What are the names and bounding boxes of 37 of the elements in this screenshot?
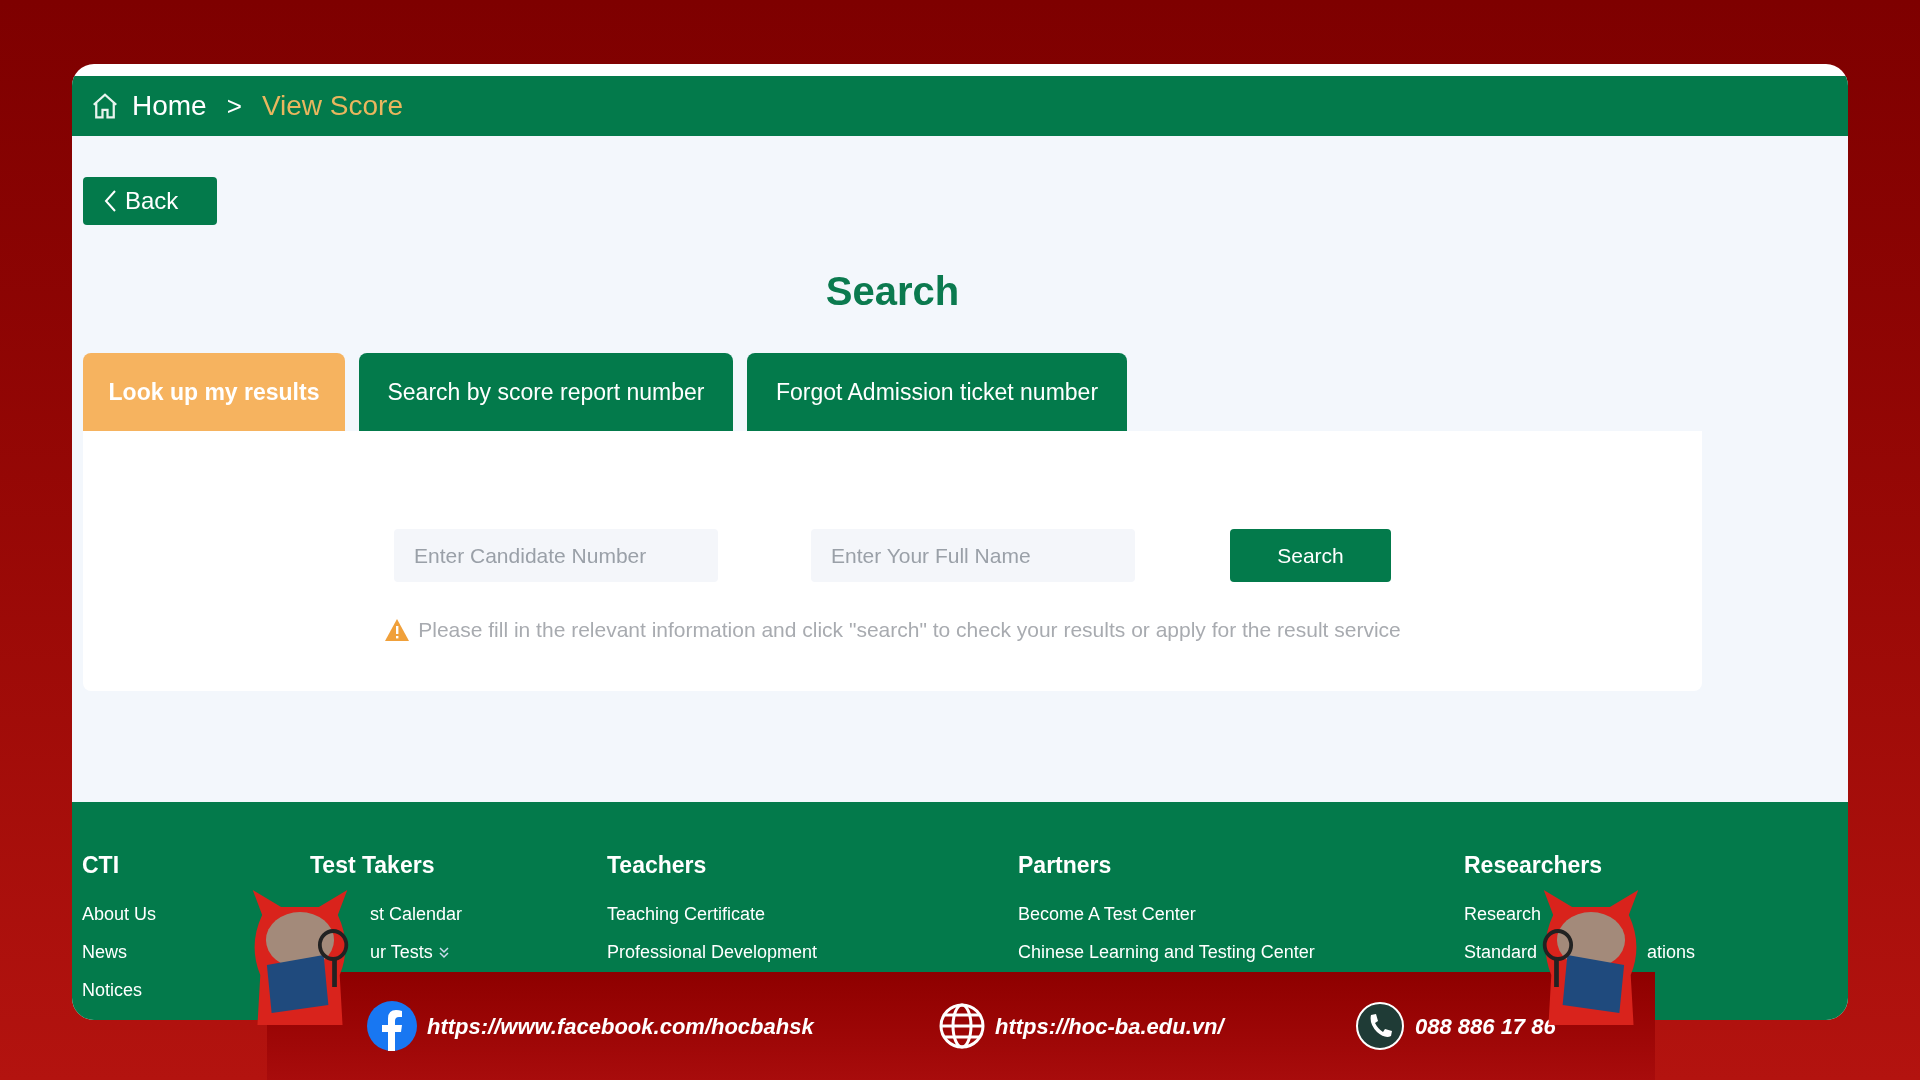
tab[interactable]: Search by score report number: [359, 353, 733, 431]
breadcrumb-separator: >: [226, 89, 242, 123]
double-chevron-down-icon[interactable]: [437, 945, 450, 960]
footer-link[interactable]: Teaching Certificate: [607, 901, 766, 928]
footer-heading: Partners: [1018, 851, 1113, 880]
footer-link[interactable]: st Calendar: [370, 901, 463, 928]
tab[interactable]: Forgot Admission ticket number: [747, 353, 1127, 431]
footer-heading: Test Takers: [310, 851, 436, 880]
text-field[interactable]: Enter Your Full Name: [811, 529, 1135, 582]
facebook-icon[interactable]: [367, 1001, 417, 1051]
footer-link[interactable]: News: [82, 939, 127, 966]
footer-link[interactable]: Notices: [82, 977, 143, 1004]
home-icon[interactable]: [90, 91, 120, 121]
footer-heading: Teachers: [607, 851, 708, 880]
back-button[interactable]: Back: [83, 177, 217, 225]
footer-link[interactable]: Research: [1464, 901, 1542, 928]
footer-link[interactable]: ations: [1647, 939, 1696, 966]
footer-link[interactable]: Become A Test Center: [1018, 901, 1196, 928]
chevron-left-icon: [103, 189, 117, 213]
footer-link[interactable]: ur Tests: [370, 939, 433, 966]
footer-heading: CTI: [82, 851, 121, 880]
footer-link[interactable]: Chinese Learning and Testing Center: [1018, 939, 1315, 966]
home-link[interactable]: Home: [132, 85, 207, 127]
footer-link[interactable]: Professional Development: [607, 939, 818, 966]
notice-text: Please fill in the relevant information and click "search" to check your results or apply for the result service: [418, 617, 1401, 643]
globe-icon: [937, 1001, 987, 1051]
search-button[interactable]: Search: [1230, 529, 1391, 582]
text-field[interactable]: Enter Candidate Number: [394, 529, 718, 582]
page-title: Search: [825, 268, 960, 315]
phone-icon: [1355, 1001, 1405, 1051]
footer-heading: Researchers: [1464, 851, 1604, 880]
footer-link[interactable]: Standard: [1464, 939, 1538, 966]
warning-icon: [384, 617, 411, 642]
footer-link[interactable]: About Us: [82, 901, 157, 928]
current-page: View Score: [261, 89, 403, 123]
facebook-url[interactable]: https://www.facebook.com/hocbahsk: [427, 1009, 937, 1043]
website-url[interactable]: https://hoc-ba.edu.vn/: [995, 1009, 1355, 1043]
